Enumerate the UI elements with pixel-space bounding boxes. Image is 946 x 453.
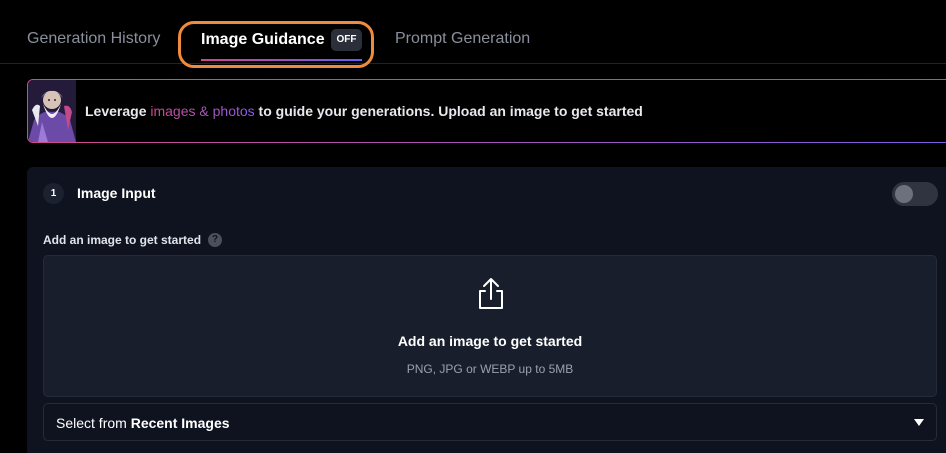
dropzone-title: Add an image to get started [397, 333, 583, 349]
upload-icon [479, 278, 503, 309]
banner-message: Leverage images & photos to guide your g… [85, 103, 643, 119]
tab-image-guidance[interactable]: Image Guidance [201, 31, 325, 49]
recent-images-select-label: Select from Recent Images [56, 415, 230, 431]
dropzone-subtitle: PNG, JPG or WEBP up to 5MB [406, 362, 574, 376]
wizard-avatar [28, 80, 76, 142]
image-input-panel: 1 Image Input Add an image to get starte… [27, 167, 946, 453]
guidance-status-badge: OFF [331, 29, 362, 51]
image-dropzone[interactable]: Add an image to get started PNG, JPG or … [43, 255, 937, 397]
toggle-knob [895, 185, 913, 203]
image-guidance-page: Generation History Image Guidance OFF Pr… [0, 0, 946, 453]
add-image-label: Add an image to get started [43, 233, 202, 247]
tab-generation-history[interactable]: Generation History [27, 30, 160, 48]
panel-title: Image Input [77, 185, 156, 201]
tab-prompt-generation[interactable]: Prompt Generation [395, 30, 530, 48]
active-tab-underline [201, 59, 362, 61]
caret-down-icon [914, 419, 924, 426]
info-banner: Leverage images & photos to guide your g… [27, 79, 946, 143]
recent-images-select[interactable]: Select from Recent Images [43, 403, 937, 441]
image-input-toggle[interactable] [892, 182, 938, 206]
tab-bar: Generation History Image Guidance OFF Pr… [0, 0, 946, 68]
step-number-badge: 1 [43, 183, 64, 204]
help-icon[interactable]: ? [208, 233, 222, 247]
banner-accent-text: images & photos [150, 103, 255, 119]
